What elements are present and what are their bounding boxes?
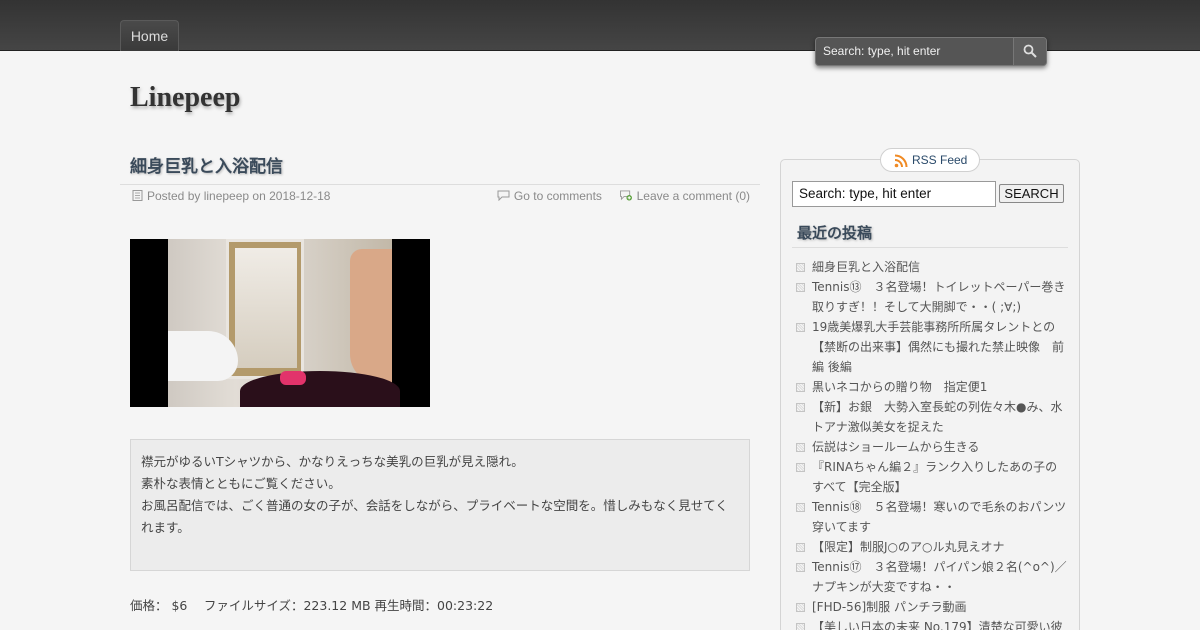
thumbnail-foreground [240,371,400,407]
add-comment-icon [619,190,632,201]
recent-post-link[interactable]: Tennis⑰ ３名登場！パイパン娘２名(^o^)／ナプキンが大変ですね・・ [796,557,1068,597]
header-search: Search: type, hit enter [815,37,1047,66]
thumbnail-sink [168,331,238,381]
header-search-button[interactable] [1013,38,1046,65]
comment-bubble-icon [497,190,510,201]
recent-post-link[interactable]: 『RINAちゃん編２』ランク入りしたあの子のすべて【完全版】 [796,457,1068,497]
sidebar-search-input[interactable]: Search: type, hit enter [792,181,996,207]
search-icon [1023,44,1037,58]
description-line: 襟元がゆるいTシャツから、かなりえっちな美乳の巨乳が見え隠れ。 [141,454,524,469]
recent-post-link[interactable]: 【美しい日本の未来 No.179】清楚な可愛い彼 [796,617,1068,630]
rss-label: RSS Feed [912,153,968,167]
thumbnail-pink-object [280,371,306,385]
recent-post-link[interactable]: Tennis⑱ ５名登場！寒いので毛糸のおパンツ穿いてます [796,497,1068,537]
price-info: 価格： $6 ファイルサイズ：223.12 MB 再生時間：00:23:22 [130,598,494,613]
recent-post-link[interactable]: Tennis⑬ ３名登場！トイレットペーパー巻き取りすぎ！！そして大開脚で・・(… [796,277,1068,317]
recent-post-link[interactable]: 19歳美爆乳大手芸能事務所所属タレントとの【禁断の出来事】偶然にも撮れた禁止映像… [796,317,1068,377]
rss-icon [894,154,908,168]
site-title[interactable]: Linepeep [130,82,240,114]
recent-posts-title: 最近の投稿 [797,224,873,242]
description-line: 素朴な表情とともにご覧ください。 [141,476,341,491]
post-title[interactable]: 細身巨乳と入浴配信 [130,152,283,177]
thumbnail-figure [350,249,392,384]
divider [792,247,1068,248]
leave-comment-link[interactable]: Leave a comment (0) [637,189,750,203]
recent-posts-list: 細身巨乳と入浴配信 Tennis⑬ ３名登場！トイレットペーパー巻き取りすぎ！！… [796,257,1068,630]
post-description: 襟元がゆるいTシャツから、かなりえっちな美乳の巨乳が見え隠れ。 素朴な表情ととも… [130,439,750,571]
recent-post-link[interactable]: 細身巨乳と入浴配信 [796,257,1068,277]
post-meta: Posted by linepeep on 2018-12-18 Go to c… [120,184,760,208]
nav-home-tab[interactable]: Home [120,20,179,51]
recent-post-link[interactable]: 【新】お銀 大勢入室長蛇の列佐々木●み、水トアナ激似美女を捉えた [796,397,1068,437]
post-thumbnail-image[interactable] [130,239,430,407]
posted-by-text: Posted by linepeep on 2018-12-18 [147,189,331,203]
post-meta-left: Posted by linepeep on 2018-12-18 [132,189,330,203]
sidebar-search-button[interactable]: SEARCH [999,184,1064,203]
recent-post-link[interactable]: 伝説はショールームから生きる [796,437,1068,457]
go-to-comments-link[interactable]: Go to comments [514,189,602,203]
post-meta-right: Go to comments Leave a comment (0) [497,189,750,203]
description-line: お風呂配信では、ごく普通の女の子が、会話をしながら、プライベートな空間を。惜しみ… [141,498,728,535]
header-search-input[interactable]: Search: type, hit enter [818,40,1013,63]
rss-feed-link[interactable]: RSS Feed [880,148,980,172]
recent-post-link[interactable]: 【限定】制服J○のア○ル丸見えオナ [796,537,1068,557]
recent-post-link[interactable]: 黒いネコからの贈り物 指定便1 [796,377,1068,397]
document-icon [132,190,143,201]
recent-post-link[interactable]: [FHD-56]制服 パンチラ動画 [796,597,1068,617]
